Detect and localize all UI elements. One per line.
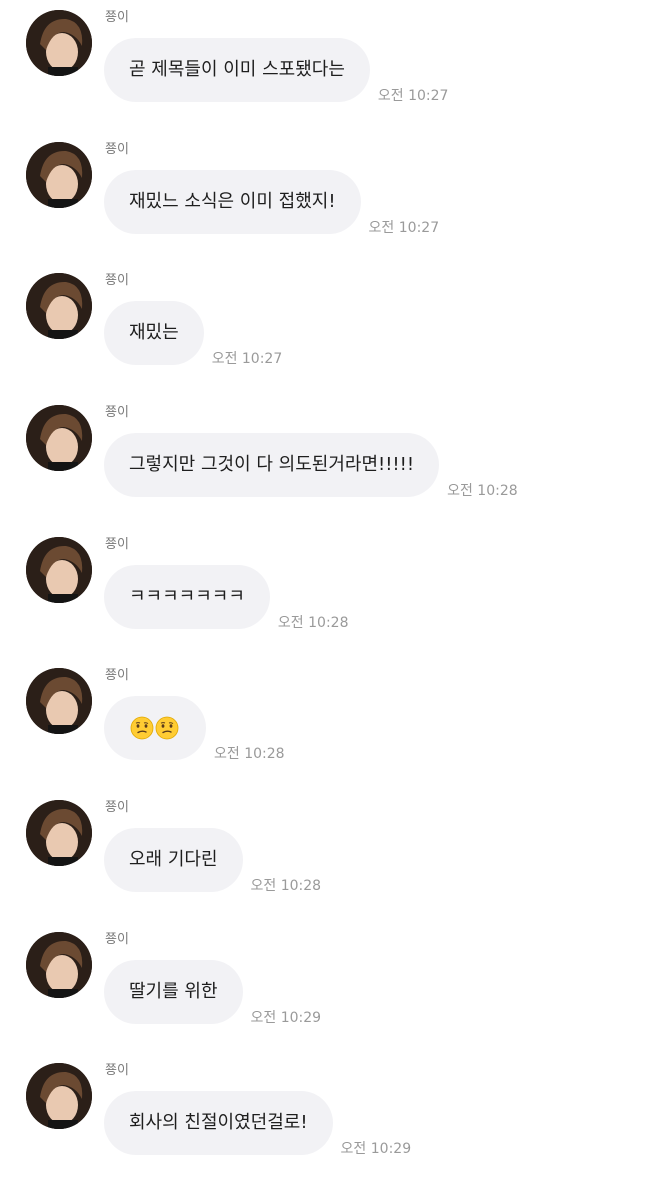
- message-time: 오전 10:28: [277, 615, 349, 631]
- message-time: 오전 10:29: [340, 1141, 412, 1157]
- avatar-photo-icon: [26, 273, 92, 339]
- avatar-photo-icon: [26, 800, 92, 866]
- message-bubble[interactable]: 곧 제목들이 이미 스포됐다는: [104, 38, 370, 102]
- sender-name: 쭁이: [105, 1063, 129, 1078]
- message-time: 오전 10:27: [211, 351, 283, 367]
- message-item: 쭁이 회사의 친절이였던걸로! 오전 10:29: [0, 1063, 670, 1173]
- avatar-photo-icon: [26, 1063, 92, 1129]
- message-bubble[interactable]: 회사의 친절이였던걸로!: [104, 1091, 333, 1155]
- message-time: 오전 10:27: [368, 220, 440, 236]
- message-item: 쭁이 딸기를 위한 오전 10:29: [0, 932, 670, 1042]
- message-bubble[interactable]: 재밌느 소식은 이미 접했지!: [104, 170, 361, 234]
- avatar-photo-icon: [26, 932, 92, 998]
- message-bubble[interactable]: 딸기를 위한: [104, 960, 243, 1024]
- sender-name: 쭁이: [105, 273, 129, 288]
- avatar-photo-icon: [26, 668, 92, 734]
- chat-thread: 쭁이 곧 제목들이 이미 스포됐다는 오전 10:27 쭁이 재밌느 소식은 이…: [0, 0, 670, 1200]
- avatar[interactable]: [26, 1063, 92, 1129]
- sender-name: 쭁이: [105, 10, 129, 25]
- message-time: 오전 10:29: [250, 1010, 322, 1026]
- message-item: 쭁이 오래 기다린 오전 10:28: [0, 800, 670, 910]
- sender-name: 쭁이: [105, 932, 129, 947]
- avatar[interactable]: [26, 668, 92, 734]
- message-bubble[interactable]: ㅋㅋㅋㅋㅋㅋㅋ: [104, 565, 270, 629]
- message-time: 오전 10:28: [214, 746, 285, 762]
- avatar[interactable]: [26, 537, 92, 603]
- message-item: 쭁이 곧 제목들이 이미 스포됐다는 오전 10:27: [0, 10, 670, 120]
- message-time: 오전 10:28: [250, 878, 322, 894]
- avatar[interactable]: [26, 142, 92, 208]
- avatar-photo-icon: [26, 537, 92, 603]
- message-item: 쭁이 그렇지만 그것이 다 의도된거라면!!!!! 오전 10:28: [0, 405, 670, 515]
- avatar[interactable]: [26, 405, 92, 471]
- avatar-photo-icon: [26, 142, 92, 208]
- sender-name: 쭁이: [105, 800, 129, 815]
- message-bubble[interactable]: 재밌는: [104, 301, 204, 365]
- message-item: 쭁이 재밌는 오전 10:27: [0, 273, 670, 383]
- avatar[interactable]: [26, 932, 92, 998]
- sender-name: 쭁이: [105, 142, 129, 157]
- avatar[interactable]: [26, 273, 92, 339]
- message-time: 오전 10:27: [377, 88, 449, 104]
- avatar-photo-icon: [26, 405, 92, 471]
- sender-name: 쭁이: [105, 405, 129, 420]
- message-bubble[interactable]: 그렇지만 그것이 다 의도된거라면!!!!!: [104, 433, 440, 497]
- avatar-photo-icon: [26, 10, 92, 76]
- message-bubble[interactable]: 오래 기다린: [104, 828, 243, 892]
- confused-face-icon: [130, 716, 154, 740]
- sender-name: 쭁이: [105, 537, 129, 552]
- message-bubble-emoji[interactable]: [104, 696, 206, 760]
- message-item: 쭁이 오전 10:28: [0, 668, 670, 778]
- sender-name: 쭁이: [105, 668, 129, 683]
- message-item: 쭁이 ㅋㅋㅋㅋㅋㅋㅋ 오전 10:28: [0, 537, 670, 647]
- avatar[interactable]: [26, 800, 92, 866]
- message-time: 오전 10:28: [447, 483, 518, 499]
- message-item: 쭁이 재밌느 소식은 이미 접했지! 오전 10:27: [0, 142, 670, 252]
- confused-face-icon: [155, 716, 179, 740]
- avatar[interactable]: [26, 10, 92, 76]
